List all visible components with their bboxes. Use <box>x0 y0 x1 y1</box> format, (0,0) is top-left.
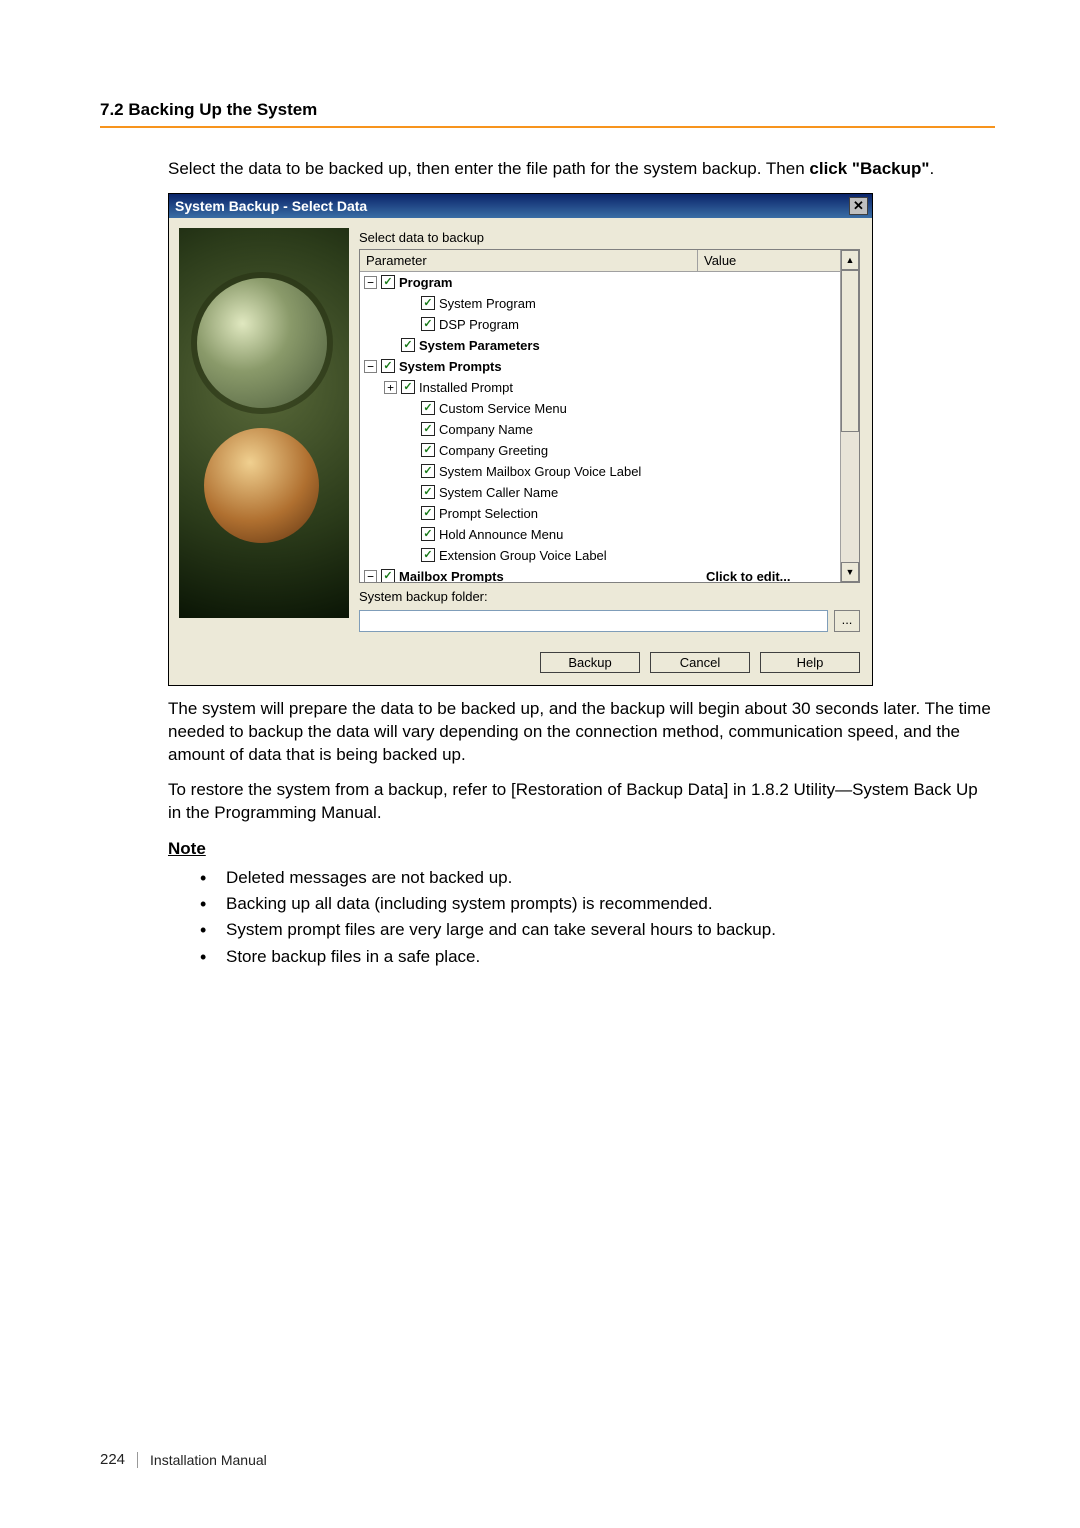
help-button[interactable]: Help <box>760 652 860 673</box>
body-paragraph-2: To restore the system from a backup, ref… <box>168 779 995 825</box>
tree-row[interactable]: −✓ Program <box>360 272 840 293</box>
tree-label: System Parameters <box>419 336 540 355</box>
note-item: System prompt files are very large and c… <box>200 917 995 943</box>
collapse-icon[interactable]: − <box>364 276 377 289</box>
tree-label: Mailbox Prompts <box>399 567 504 582</box>
scroll-thumb[interactable] <box>841 270 859 432</box>
checkbox[interactable]: ✓ <box>421 527 435 541</box>
tree-row[interactable]: ✓ System Caller Name <box>360 482 840 503</box>
note-item: Store backup files in a safe place. <box>200 944 995 970</box>
grid-rows: −✓Program✓System Program✓DSP Program✓Sys… <box>360 272 840 582</box>
tree-row[interactable]: ✓ System Program <box>360 293 840 314</box>
dialog-side-image <box>179 228 349 618</box>
tree-row[interactable]: ✓ System Parameters <box>360 335 840 356</box>
tree-label: DSP Program <box>439 315 519 334</box>
tree-row[interactable]: ✓ System Mailbox Group Voice Label <box>360 461 840 482</box>
checkbox[interactable]: ✓ <box>421 401 435 415</box>
grid-header: Parameter Value <box>360 250 840 272</box>
folder-input[interactable] <box>359 610 828 632</box>
checkbox[interactable]: ✓ <box>401 338 415 352</box>
heading-rule <box>100 126 995 128</box>
folder-label: System backup folder: <box>359 589 488 604</box>
intro-pre: Select the data to be backed up, then en… <box>168 159 809 178</box>
browse-button[interactable]: ... <box>834 610 860 632</box>
tree-row[interactable]: −✓ Mailbox Prompts Click to edit... <box>360 566 840 582</box>
select-data-label: Select data to backup <box>359 228 860 249</box>
dialog-title: System Backup - Select Data <box>175 198 367 214</box>
body-paragraph-1: The system will prepare the data to be b… <box>168 698 995 767</box>
checkbox[interactable]: ✓ <box>381 275 395 289</box>
tree-row[interactable]: ✓ Company Greeting <box>360 440 840 461</box>
checkbox[interactable]: ✓ <box>421 548 435 562</box>
tree-row[interactable]: ✓ Extension Group Voice Label <box>360 545 840 566</box>
note-item: Backing up all data (including system pr… <box>200 891 995 917</box>
tree-label: System Prompts <box>399 357 502 376</box>
tree-row[interactable]: ✓ Prompt Selection <box>360 503 840 524</box>
col-value[interactable]: Value <box>698 250 840 271</box>
close-icon[interactable]: ✕ <box>849 197 868 215</box>
checkbox[interactable]: ✓ <box>421 485 435 499</box>
scroll-up-icon[interactable]: ▲ <box>841 250 859 270</box>
checkbox[interactable]: ✓ <box>421 317 435 331</box>
tree-value[interactable]: Click to edit... <box>702 567 836 582</box>
tree-row[interactable]: ✓ Custom Service Menu <box>360 398 840 419</box>
checkbox[interactable]: ✓ <box>421 464 435 478</box>
scroll-track[interactable] <box>841 270 859 562</box>
cancel-button[interactable]: Cancel <box>650 652 750 673</box>
checkbox[interactable]: ✓ <box>381 359 395 373</box>
collapse-icon[interactable]: − <box>364 360 377 373</box>
tree-label: System Mailbox Group Voice Label <box>439 462 641 481</box>
backup-button[interactable]: Backup <box>540 652 640 673</box>
checkbox[interactable]: ✓ <box>421 422 435 436</box>
checkbox[interactable]: ✓ <box>421 506 435 520</box>
note-heading: Note <box>168 839 995 859</box>
tree-label: System Caller Name <box>439 483 558 502</box>
tree-row[interactable]: + ✓ Installed Prompt <box>360 377 840 398</box>
tree-label: System Program <box>439 294 536 313</box>
checkbox[interactable]: ✓ <box>401 380 415 394</box>
tree-label: Custom Service Menu <box>439 399 567 418</box>
doc-title: Installation Manual <box>150 1452 267 1468</box>
note-item: Deleted messages are not backed up. <box>200 865 995 891</box>
backup-dialog: System Backup - Select Data ✕ Select dat… <box>168 193 873 686</box>
tree-row[interactable]: −✓ System Prompts <box>360 356 840 377</box>
tree-label: Company Name <box>439 420 533 439</box>
scrollbar[interactable]: ▲ ▼ <box>840 250 859 582</box>
tree-label: Prompt Selection <box>439 504 538 523</box>
section-heading: 7.2 Backing Up the System <box>100 100 995 120</box>
footer-divider <box>137 1452 138 1468</box>
checkbox[interactable]: ✓ <box>421 296 435 310</box>
parameter-grid: Parameter Value −✓Program✓System Program… <box>359 249 860 583</box>
intro-bold: click "Backup" <box>809 159 929 178</box>
tree-label: Hold Announce Menu <box>439 525 563 544</box>
expand-icon[interactable]: + <box>384 381 397 394</box>
tree-label: Installed Prompt <box>419 378 513 397</box>
tree-label: Program <box>399 273 452 292</box>
scroll-down-icon[interactable]: ▼ <box>841 562 859 582</box>
page-footer: 224 Installation Manual <box>100 1451 267 1468</box>
tree-row[interactable]: ✓ Hold Announce Menu <box>360 524 840 545</box>
tree-row[interactable]: ✓ Company Name <box>360 419 840 440</box>
dialog-titlebar: System Backup - Select Data ✕ <box>169 194 872 218</box>
checkbox[interactable]: ✓ <box>381 569 395 582</box>
intro-post: . <box>929 159 934 178</box>
page-number: 224 <box>100 1451 125 1468</box>
tree-row[interactable]: ✓ DSP Program <box>360 314 840 335</box>
checkbox[interactable]: ✓ <box>421 443 435 457</box>
col-parameter[interactable]: Parameter <box>360 250 698 271</box>
notes-list: Deleted messages are not backed up.Backi… <box>200 865 995 970</box>
tree-label: Company Greeting <box>439 441 548 460</box>
intro-paragraph: Select the data to be backed up, then en… <box>168 158 995 181</box>
collapse-icon[interactable]: − <box>364 570 377 582</box>
tree-label: Extension Group Voice Label <box>439 546 607 565</box>
